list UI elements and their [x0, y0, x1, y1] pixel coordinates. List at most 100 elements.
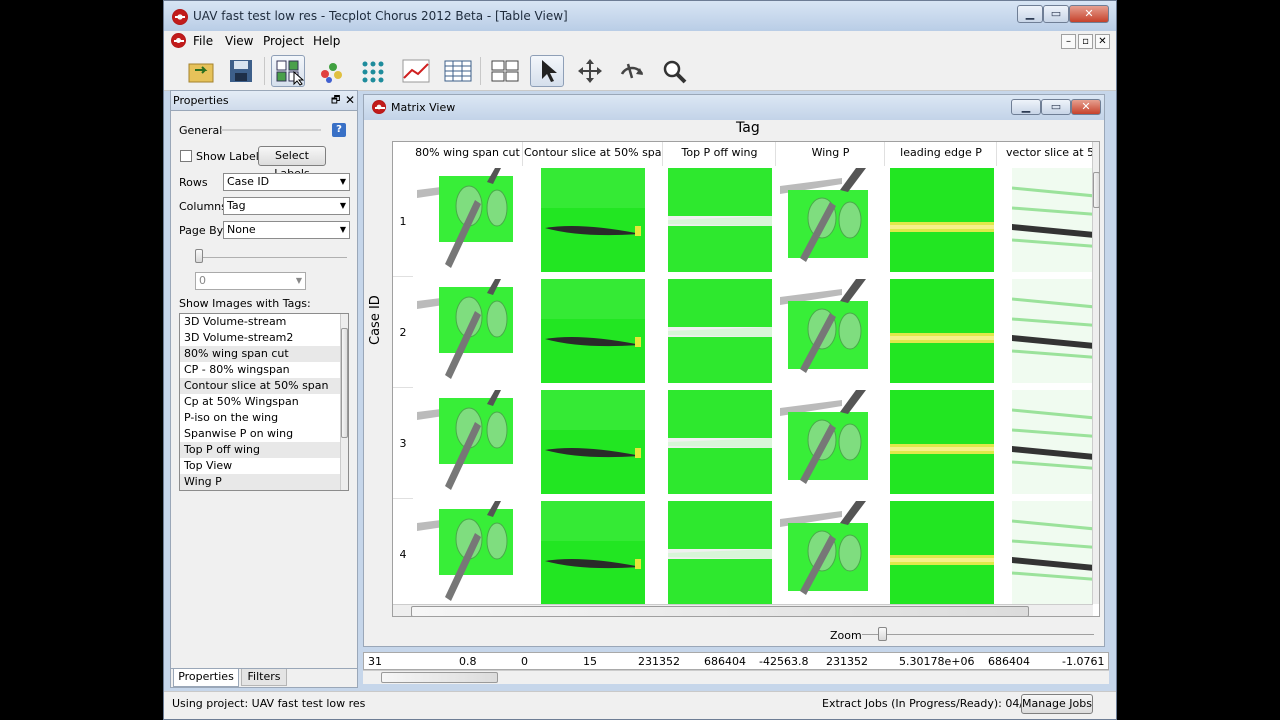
image-cell[interactable] — [417, 390, 521, 494]
tag-list-scrollbar[interactable] — [340, 314, 348, 490]
page-value-field[interactable]: 0 — [195, 272, 306, 290]
image-cell[interactable] — [780, 168, 884, 272]
rotate-icon — [620, 63, 644, 79]
float-panel-icon[interactable]: 🗗 — [331, 93, 340, 110]
table-icon — [444, 60, 472, 82]
menu-file[interactable]: File — [193, 34, 213, 48]
zoom-label: Zoom — [830, 629, 862, 642]
matrix-minimize-button[interactable]: ▁ — [1011, 99, 1041, 115]
image-cell[interactable] — [541, 168, 645, 272]
list-item[interactable]: Cp at 50% Wingspan — [180, 394, 348, 410]
zoom-slider-track[interactable] — [862, 634, 1094, 635]
data-horizontal-scrollbar[interactable] — [363, 670, 1109, 684]
tab-filters[interactable]: Filters — [241, 669, 287, 686]
show-images-label: Show Images with Tags: — [179, 297, 311, 310]
maximize-button[interactable]: ▭ — [1043, 5, 1069, 23]
rows-select[interactable]: Case ID — [223, 173, 350, 191]
scatter-plot-button[interactable] — [314, 55, 348, 87]
help-icon[interactable]: ? — [332, 123, 346, 137]
zoom-tool-button[interactable] — [657, 55, 691, 87]
line-plot-button[interactable] — [399, 55, 433, 87]
matrix-vertical-scrollbar[interactable] — [1092, 142, 1099, 604]
column-header[interactable]: vector slice at 50 — [998, 142, 1094, 166]
table-button[interactable] — [441, 55, 475, 87]
tab-properties[interactable]: Properties — [173, 669, 239, 687]
close-button[interactable]: ✕ — [1069, 5, 1109, 23]
image-cell[interactable] — [780, 279, 884, 383]
row-header[interactable]: 2 — [393, 277, 413, 388]
column-header[interactable]: Wing P — [777, 142, 885, 166]
mdi-restore-button[interactable]: ▫ — [1078, 34, 1093, 49]
menu-project[interactable]: Project — [263, 34, 304, 48]
row-header[interactable]: 3 — [393, 388, 413, 499]
image-cell[interactable] — [1012, 501, 1092, 605]
image-cell[interactable] — [890, 390, 994, 494]
image-cell[interactable] — [417, 501, 521, 605]
page-slider-handle[interactable] — [195, 249, 203, 263]
image-cell[interactable] — [890, 501, 994, 605]
thumbnail-image — [780, 390, 884, 494]
save-button[interactable] — [224, 55, 258, 87]
open-project-button[interactable] — [184, 55, 218, 87]
column-header[interactable]: leading edge P — [886, 142, 997, 166]
list-item[interactable]: 3D Volume-stream2 — [180, 330, 348, 346]
image-cell[interactable] — [668, 279, 772, 383]
matrix-horizontal-scrollbar[interactable] — [393, 604, 1093, 616]
close-panel-icon[interactable]: ✕ — [345, 93, 355, 107]
list-item[interactable]: P-iso on the wing — [180, 410, 348, 426]
page-slider-track[interactable] — [195, 257, 347, 258]
thumbnail-image — [417, 279, 521, 383]
list-item[interactable]: Top P off wing — [180, 442, 348, 458]
manage-jobs-button[interactable]: Manage Jobs — [1021, 694, 1093, 714]
list-item[interactable]: Wing P — [180, 474, 348, 490]
row-header[interactable]: 4 — [393, 499, 413, 610]
pageby-select[interactable]: None — [223, 221, 350, 239]
matrix-view-button[interactable] — [356, 55, 390, 87]
select-tool-button[interactable] — [530, 55, 564, 87]
list-item[interactable]: Spanwise P on wing — [180, 426, 348, 442]
matrix-close-button[interactable]: ✕ — [1071, 99, 1101, 115]
image-cell[interactable] — [417, 279, 521, 383]
thumbnail-image — [1012, 501, 1092, 605]
pan-tool-button[interactable] — [573, 55, 607, 87]
menu-help[interactable]: Help — [313, 34, 340, 48]
title-bar[interactable]: UAV fast test low res - Tecplot Chorus 2… — [164, 1, 1116, 31]
column-header[interactable]: Top P off wing — [664, 142, 776, 166]
menu-view[interactable]: View — [225, 34, 253, 48]
image-cell[interactable] — [668, 168, 772, 272]
tag-list[interactable]: 3D Volume-stream 3D Volume-stream2 80% w… — [179, 313, 349, 491]
image-cell[interactable] — [1012, 279, 1092, 383]
list-item[interactable]: 80% wing span cut — [180, 346, 348, 362]
image-cell[interactable] — [890, 168, 994, 272]
image-cell[interactable] — [541, 279, 645, 383]
image-cell[interactable] — [417, 168, 521, 272]
column-header[interactable]: 80% wing span cut — [413, 142, 523, 166]
image-cell[interactable] — [668, 390, 772, 494]
show-labels-checkbox[interactable] — [180, 150, 192, 162]
list-item[interactable]: CP - 80% wingspan — [180, 362, 348, 378]
column-header[interactable]: Contour slice at 50% span — [524, 142, 663, 166]
image-cell[interactable] — [668, 501, 772, 605]
image-cell[interactable] — [890, 279, 994, 383]
mdi-close-button[interactable]: ✕ — [1095, 34, 1110, 49]
image-cell[interactable] — [541, 390, 645, 494]
list-item[interactable]: Contour slice at 50% span — [180, 378, 348, 394]
image-cell[interactable] — [1012, 390, 1092, 494]
image-cell[interactable] — [1012, 168, 1092, 272]
rotate-tool-button[interactable] — [615, 55, 649, 87]
select-labels-button[interactable]: Select Labels — [258, 146, 326, 180]
image-cell[interactable] — [541, 501, 645, 605]
layout-button[interactable] — [488, 55, 522, 87]
list-item[interactable]: 3D Volume-stream — [180, 314, 348, 330]
matrix-maximize-button[interactable]: ▭ — [1041, 99, 1071, 115]
row-header[interactable]: 1 — [393, 166, 413, 277]
mdi-minimize-button[interactable]: – — [1061, 34, 1076, 49]
image-cell[interactable] — [780, 501, 884, 605]
matrix-title-bar[interactable]: Matrix View ▁ ▭ ✕ — [364, 95, 1104, 120]
zoom-slider-handle[interactable] — [878, 627, 887, 641]
table-view-button[interactable] — [271, 55, 305, 87]
columns-select[interactable]: Tag — [223, 197, 350, 215]
image-cell[interactable] — [780, 390, 884, 494]
minimize-button[interactable]: ▁ — [1017, 5, 1043, 23]
list-item[interactable]: Top View — [180, 458, 348, 474]
